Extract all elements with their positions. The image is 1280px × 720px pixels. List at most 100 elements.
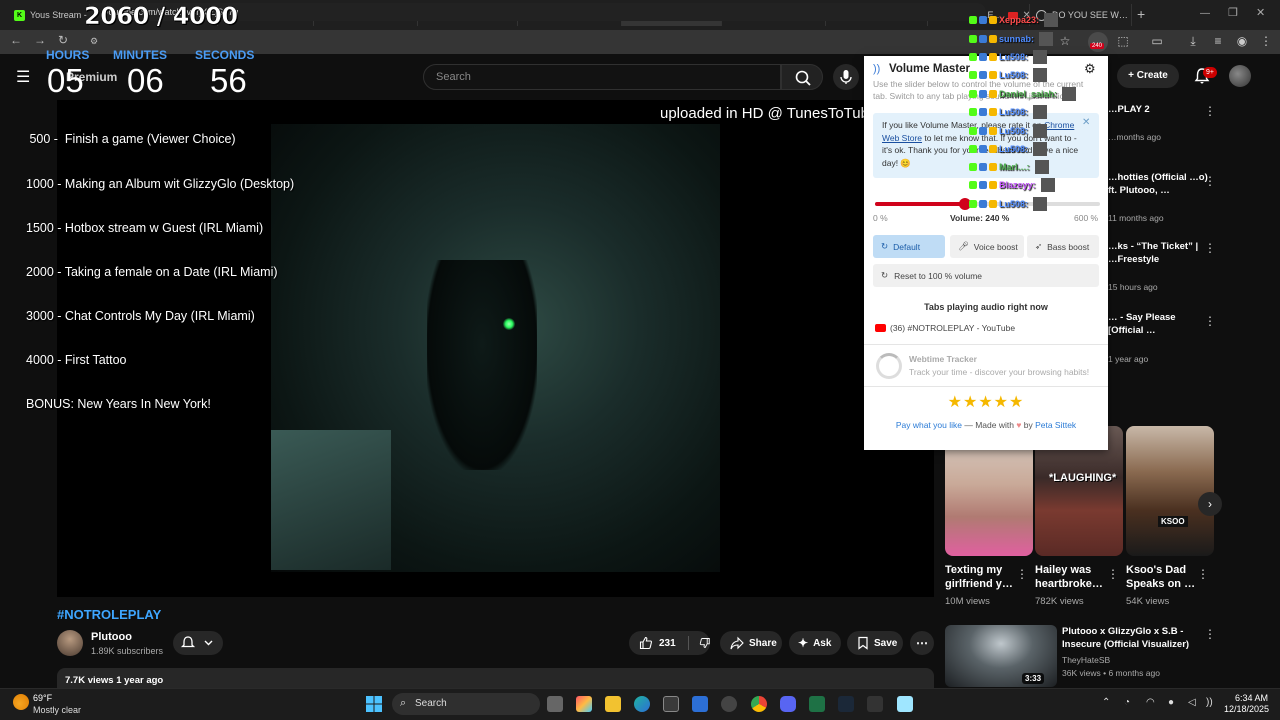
start-windows-icon[interactable]	[366, 696, 382, 712]
voice-search-button[interactable]	[833, 64, 859, 90]
close-window-button[interactable]: ✕	[1256, 6, 1265, 19]
short-title[interactable]: Ksoo's Dad Speaks on …	[1126, 563, 1204, 591]
share-button[interactable]: Share	[720, 631, 782, 655]
app-icon[interactable]	[867, 696, 883, 712]
mode-default-button[interactable]: ↻ Default	[873, 235, 945, 258]
short-title[interactable]: Hailey was heartbroke…	[1035, 563, 1113, 591]
video-title[interactable]: #NOTROLEPLAY	[57, 607, 161, 622]
app-icon[interactable]	[721, 696, 737, 712]
downloads-icon[interactable]: ⤓	[1186, 34, 1200, 48]
rec-channel[interactable]: TheyHateSB	[1062, 655, 1110, 665]
settings-gear-icon[interactable]: ⚙	[1084, 61, 1096, 77]
file-explorer-icon[interactable]	[605, 696, 621, 712]
store-icon[interactable]	[663, 696, 679, 712]
short-thumbnail[interactable]: KSOO	[1126, 426, 1214, 556]
create-button[interactable]: + Create	[1117, 64, 1179, 88]
webtime-tracker-logo[interactable]	[876, 353, 902, 379]
channel-avatar[interactable]	[57, 630, 83, 656]
channel-name[interactable]: Plutooo	[91, 631, 132, 643]
rec-title[interactable]: Plutooo x GlizzyGlo x S.B - Insecure (Of…	[1062, 626, 1197, 651]
rec-menu-icon[interactable]: ⋮	[1204, 174, 1216, 188]
rec-menu-icon[interactable]: ⋮	[1204, 627, 1216, 641]
pay-what-you-like-link[interactable]: Pay what you like	[896, 420, 962, 430]
rec-menu-icon[interactable]: ⋮	[1204, 314, 1216, 328]
edge-browser-icon[interactable]	[634, 696, 650, 712]
volume-icon[interactable]: ◁	[1188, 697, 1196, 708]
extensions-puzzle-icon[interactable]: ⬚	[1116, 34, 1130, 48]
shorts-next-button[interactable]: ›	[1198, 492, 1222, 516]
save-button[interactable]: Save	[847, 631, 903, 655]
steam-icon[interactable]	[838, 696, 854, 712]
search-input[interactable]: Search	[423, 64, 781, 90]
site-info-icon[interactable]: ⚙	[90, 36, 98, 47]
rec-title[interactable]: … - Say Please [Official …	[1108, 312, 1208, 337]
search-button[interactable]	[781, 64, 823, 90]
weather-icon[interactable]	[13, 694, 29, 710]
wifi-icon[interactable]: ◠	[1146, 697, 1155, 708]
new-tab-button[interactable]: +	[1137, 6, 1145, 22]
discord-icon[interactable]	[780, 696, 796, 712]
chat-emote-icon	[1033, 50, 1048, 64]
weather-condition[interactable]: Mostly clear	[33, 705, 81, 715]
media-control-icon[interactable]: ≡	[1211, 34, 1225, 48]
short-views: 10M views	[945, 596, 990, 607]
thumbs-down-icon[interactable]	[699, 636, 710, 650]
short-menu-icon[interactable]: ⋮	[1016, 567, 1028, 581]
bookmark-star-icon[interactable]: ☆	[1058, 34, 1072, 48]
volume-master-extension-icon[interactable]	[1088, 32, 1108, 52]
sub-goals-list: 500 - Finish a game (Viewer Choice) 1000…	[26, 103, 294, 426]
rec-menu-icon[interactable]: ⋮	[1204, 104, 1216, 118]
mode-label: Voice boost	[973, 241, 1018, 252]
microphone-icon[interactable]: ●	[1168, 697, 1174, 708]
ask-button[interactable]: ✦ Ask	[789, 631, 841, 655]
mode-bass-boost-button[interactable]: ➶ Bass boost	[1027, 235, 1099, 258]
forward-icon[interactable]: →	[34, 33, 46, 47]
task-view-icon[interactable]	[547, 696, 563, 712]
maximize-window-button[interactable]: ❐	[1228, 6, 1238, 19]
rec-title[interactable]: …PLAY 2	[1108, 104, 1150, 117]
share-icon	[730, 636, 744, 650]
browser-tab[interactable]: KYous Stream - …✕	[8, 4, 90, 26]
short-title[interactable]: Texting my girlfriend y…	[945, 563, 1023, 591]
refresh-icon: ↻	[881, 270, 889, 280]
mode-voice-boost-button[interactable]: 🎤︎ Voice boost	[950, 235, 1024, 258]
rating-stars[interactable]: ★★★★★	[864, 392, 1108, 412]
short-menu-icon[interactable]: ⋮	[1197, 567, 1209, 581]
more-actions-button[interactable]: ⋯	[910, 631, 934, 655]
notepad-icon[interactable]	[897, 696, 913, 712]
profile-icon[interactable]: ◉	[1235, 34, 1249, 48]
hamburger-menu-icon[interactable]: ☰	[16, 67, 30, 87]
author-link[interactable]: Peta Sittek	[1035, 420, 1076, 430]
weather-temperature[interactable]: 69°F	[33, 693, 52, 703]
speaker-icon[interactable]: ))	[1206, 697, 1213, 708]
excel-icon[interactable]	[809, 696, 825, 712]
reload-icon[interactable]: ↻	[58, 33, 68, 47]
short-menu-icon[interactable]: ⋮	[1107, 567, 1119, 581]
back-icon[interactable]: ←	[10, 33, 22, 47]
chat-badge-icon	[989, 163, 997, 171]
mail-icon[interactable]	[692, 696, 708, 712]
notification-count-badge: 9+	[1203, 67, 1217, 78]
user-avatar[interactable]	[1229, 65, 1251, 87]
chat-badge-icon	[969, 35, 977, 43]
rec-title[interactable]: …ks - “The Ticket” | …Freestyle	[1108, 241, 1208, 266]
webtime-title[interactable]: Webtime Tracker	[909, 354, 977, 364]
taskbar-search[interactable]: Search	[392, 693, 540, 715]
close-notice-icon[interactable]: ✕	[1082, 117, 1090, 128]
sidepanel-icon[interactable]: ▭	[1150, 34, 1164, 48]
system-clock[interactable]: 6:34 AM 12/18/2025	[1224, 693, 1269, 715]
minimize-window-button[interactable]: —	[1200, 8, 1210, 19]
like-button[interactable]: 231	[639, 636, 676, 650]
chevron-up-icon[interactable]: ⌃	[1102, 697, 1110, 708]
browser-menu-icon[interactable]: ⋮	[1259, 34, 1273, 48]
chat-badge-icon	[969, 145, 977, 153]
audio-tab-label: (36) #NOTROLEPLAY - YouTube	[890, 323, 1016, 333]
audio-tab-item[interactable]: (36) #NOTROLEPLAY - YouTube	[875, 323, 1015, 333]
network-icon[interactable]: ◔	[1124, 697, 1130, 708]
copilot-icon[interactable]	[576, 696, 592, 712]
rec-menu-icon[interactable]: ⋮	[1204, 241, 1216, 255]
subscribed-bell-button[interactable]	[173, 631, 223, 655]
chrome-icon[interactable]	[751, 696, 767, 712]
rec-title[interactable]: …hotties (Official …o) ft. Plutooo, …	[1108, 172, 1208, 197]
reset-volume-button[interactable]: ↻ Reset to 100 % volume	[873, 264, 1099, 287]
